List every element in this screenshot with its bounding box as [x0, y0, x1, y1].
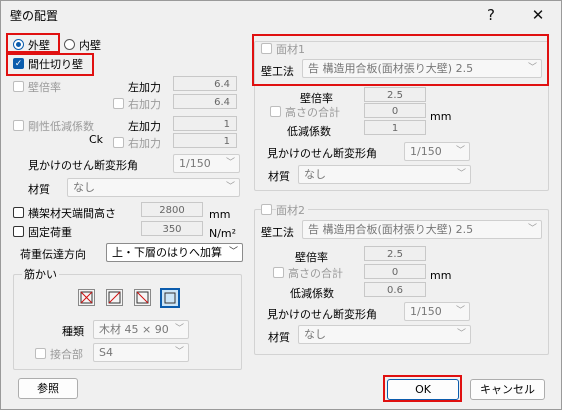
panel2-height-unit: mm [430, 269, 452, 282]
chevron-down-icon: ﹀ [174, 324, 184, 334]
brace-single-left-icon[interactable] [134, 289, 151, 306]
fixed-load-unit: N/m² [209, 227, 237, 240]
load-path-select[interactable]: 上・下層のはりへ加算 ﹀ [106, 243, 243, 262]
panel1-ratio-field[interactable]: 2.5 [364, 87, 426, 102]
panel1-shear-label: 見かけのせん断変形角 [267, 147, 377, 160]
frame-height-label: 横架材天端間高さ [28, 207, 116, 220]
panel1-shear-value: 1/150 [410, 145, 442, 158]
right-force-label: 右加力 [128, 98, 161, 111]
stiff-right-field[interactable]: 1 [173, 133, 237, 148]
stiffness-label: 剛性低減係数 [28, 120, 94, 133]
panel1-material-value: なし [304, 168, 326, 181]
inner-wall-radio[interactable] [64, 39, 75, 50]
stiff-right-label: 右加力 [128, 137, 161, 150]
joint-select[interactable]: S4 ﹀ [93, 343, 189, 362]
brace-kind-label: 種類 [62, 325, 84, 338]
help-icon[interactable]: ? [474, 3, 508, 27]
shear-angle-select[interactable]: 1/150 ﹀ [173, 154, 240, 173]
stiff-left-label: 左加力 [128, 120, 161, 133]
title-bar: 壁の配置 ? ✕ [0, 0, 560, 30]
stiff-left-field[interactable]: 1 [173, 116, 237, 131]
panel2-material-label: 材質 [268, 331, 290, 344]
right-force-field[interactable]: 6.4 [173, 94, 237, 109]
panel1-height-field[interactable]: 0 [364, 103, 426, 118]
fixed-load-checkbox[interactable] [13, 226, 24, 237]
load-path-value: 上・下層のはりへ加算 [112, 246, 222, 259]
panel1-reduction-field[interactable]: 1 [364, 120, 426, 135]
panel1-material-label: 材質 [268, 170, 290, 183]
panel2-material-value: なし [304, 328, 326, 341]
highlight-partition-wall [6, 53, 94, 76]
highlight-outer-wall [6, 33, 60, 53]
frame-height-checkbox[interactable] [13, 207, 24, 218]
panel1-height-unit: mm [430, 110, 452, 123]
panel1-material-select[interactable]: なし ﹀ [298, 165, 471, 184]
panel2-method-value: 告 構造用合板(面材張り大壁) 2.5 [308, 223, 474, 236]
load-path-label: 荷重伝達方向 [20, 248, 86, 261]
joint-value: S4 [99, 346, 113, 359]
highlight-ok [383, 375, 462, 402]
right-force-checkbox[interactable] [113, 98, 124, 109]
panel2-title: 面材2 [276, 202, 308, 218]
window-title: 壁の配置 [10, 9, 59, 23]
panel2-height-checkbox[interactable] [273, 267, 284, 278]
panel1-reduction-label: 低減係数 [287, 125, 331, 138]
stiff-right-checkbox[interactable] [113, 137, 124, 148]
left-force-field[interactable]: 6.4 [173, 76, 237, 91]
panel2-height-label: 高さの合計 [288, 267, 343, 280]
material-label: 材質 [28, 183, 50, 196]
left-force-label: 左加力 [128, 81, 161, 94]
panel2-checkbox[interactable] [261, 204, 272, 215]
material-select[interactable]: なし ﹀ [67, 178, 240, 197]
panel2-reduction-label: 低減係数 [290, 287, 334, 300]
chevron-down-icon: ﹀ [174, 347, 184, 357]
joint-label: 接合部 [50, 348, 83, 361]
wall-ratio-checkbox[interactable] [13, 81, 24, 92]
ck-label: Ck [89, 133, 104, 146]
brace-none-icon[interactable] [160, 288, 180, 308]
reference-button[interactable]: 参照 [18, 378, 78, 399]
stiffness-checkbox[interactable] [13, 120, 24, 131]
panel2-shear-value: 1/150 [410, 305, 442, 318]
panel2-material-select[interactable]: なし ﹀ [298, 325, 471, 344]
panel1-shear-select[interactable]: 1/150 ﹀ [404, 142, 470, 161]
brace-single-right-icon[interactable] [106, 289, 123, 306]
close-icon[interactable]: ✕ [521, 3, 555, 27]
panel2-method-label: 壁工法 [261, 226, 294, 239]
fixed-load-label: 固定荷重 [28, 226, 72, 239]
panel1-height-checkbox[interactable] [270, 106, 281, 117]
fixed-load-field[interactable]: 350 [141, 221, 203, 236]
chevron-down-icon: ﹀ [456, 329, 466, 339]
chevron-down-icon: ﹀ [225, 158, 235, 168]
panel2-ratio-field[interactable]: 2.5 [364, 246, 426, 261]
brace-cross-icon[interactable] [78, 289, 95, 306]
frame-height-unit: mm [209, 208, 231, 221]
panel2-shear-select[interactable]: 1/150 ﹀ [404, 302, 470, 321]
shear-angle-value: 1/150 [179, 157, 211, 170]
panel2-method-select[interactable]: 告 構造用合板(面材張り大壁) 2.5 ﹀ [302, 220, 542, 239]
shear-angle-label: 見かけのせん断変形角 [28, 159, 138, 172]
brace-group-label: 筋かい [22, 266, 59, 282]
chevron-down-icon: ﹀ [225, 182, 235, 192]
chevron-down-icon: ﹀ [228, 247, 238, 257]
chevron-down-icon: ﹀ [455, 146, 465, 156]
brace-kind-value: 木材 45 × 90 [99, 323, 169, 336]
panel2-height-field[interactable]: 0 [364, 264, 426, 279]
panel1-height-label: 高さの合計 [285, 106, 340, 119]
inner-wall-label: 内壁 [79, 39, 101, 52]
cancel-button[interactable]: キャンセル [470, 379, 545, 400]
material-value: なし [73, 181, 95, 194]
brace-kind-select[interactable]: 木材 45 × 90 ﹀ [93, 320, 189, 339]
panel2-ratio-label: 壁倍率 [295, 251, 328, 264]
chevron-down-icon: ﹀ [527, 224, 537, 234]
wall-ratio-label: 壁倍率 [28, 81, 61, 94]
highlight-panel1 [252, 34, 549, 86]
joint-checkbox[interactable] [35, 348, 46, 359]
chevron-down-icon: ﹀ [455, 306, 465, 316]
frame-height-field[interactable]: 2800 [141, 202, 203, 217]
panel2-reduction-field[interactable]: 0.6 [364, 282, 426, 297]
chevron-down-icon: ﹀ [456, 169, 466, 179]
panel2-shear-label: 見かけのせん断変形角 [267, 308, 377, 321]
